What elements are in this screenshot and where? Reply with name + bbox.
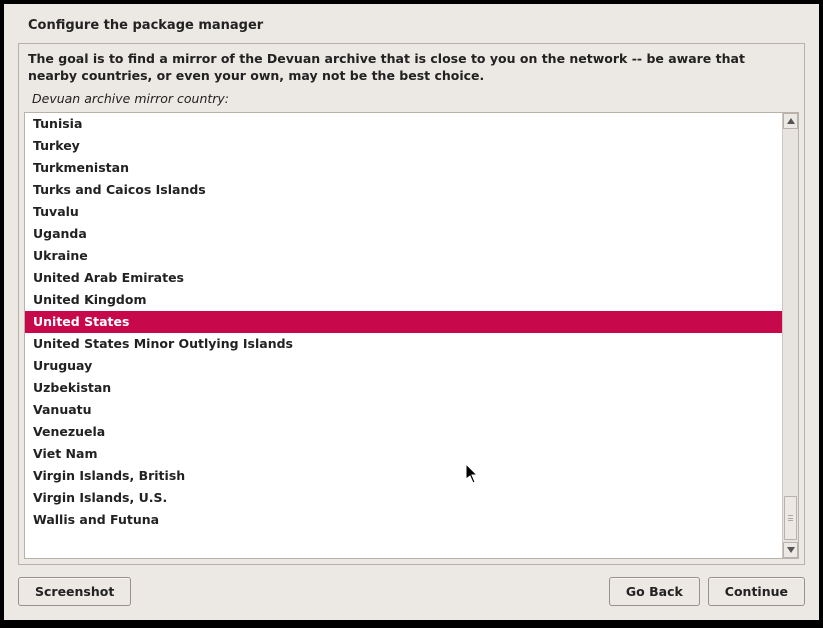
- country-item[interactable]: Turkey: [25, 135, 782, 157]
- goal-description: The goal is to find a mirror of the Devu…: [24, 49, 799, 89]
- scroll-up-button[interactable]: [783, 113, 798, 129]
- scrollbar[interactable]: [782, 113, 798, 558]
- country-list[interactable]: TunisiaTurkeyTurkmenistanTurks and Caico…: [25, 113, 782, 558]
- content-panel: The goal is to find a mirror of the Devu…: [18, 43, 805, 565]
- country-item[interactable]: Virgin Islands, British: [25, 465, 782, 487]
- country-item[interactable]: Turks and Caicos Islands: [25, 179, 782, 201]
- country-item[interactable]: United States: [25, 311, 782, 333]
- country-item[interactable]: Ukraine: [25, 245, 782, 267]
- country-item[interactable]: Turkmenistan: [25, 157, 782, 179]
- country-item[interactable]: Vanuatu: [25, 399, 782, 421]
- country-item[interactable]: Tunisia: [25, 113, 782, 135]
- country-item[interactable]: Venezuela: [25, 421, 782, 443]
- country-list-container: TunisiaTurkeyTurkmenistanTurks and Caico…: [24, 112, 799, 559]
- go-back-button[interactable]: Go Back: [609, 577, 700, 606]
- country-item[interactable]: Wallis and Futuna: [25, 509, 782, 531]
- continue-button[interactable]: Continue: [708, 577, 805, 606]
- country-item[interactable]: Viet Nam: [25, 443, 782, 465]
- country-item[interactable]: Uruguay: [25, 355, 782, 377]
- scroll-track[interactable]: [783, 129, 798, 542]
- country-item[interactable]: Virgin Islands, U.S.: [25, 487, 782, 509]
- country-item[interactable]: United States Minor Outlying Islands: [25, 333, 782, 355]
- country-item[interactable]: United Kingdom: [25, 289, 782, 311]
- country-item[interactable]: Uzbekistan: [25, 377, 782, 399]
- button-bar: Screenshot Go Back Continue: [4, 577, 819, 620]
- country-item[interactable]: Tuvalu: [25, 201, 782, 223]
- screenshot-button[interactable]: Screenshot: [18, 577, 131, 606]
- country-item[interactable]: United Arab Emirates: [25, 267, 782, 289]
- scroll-down-button[interactable]: [783, 542, 798, 558]
- page-title: Configure the package manager: [4, 4, 819, 43]
- country-item[interactable]: Uganda: [25, 223, 782, 245]
- installer-window: Configure the package manager The goal i…: [4, 4, 819, 620]
- scroll-thumb[interactable]: [784, 496, 797, 540]
- country-field-label: Devuan archive mirror country:: [24, 89, 799, 112]
